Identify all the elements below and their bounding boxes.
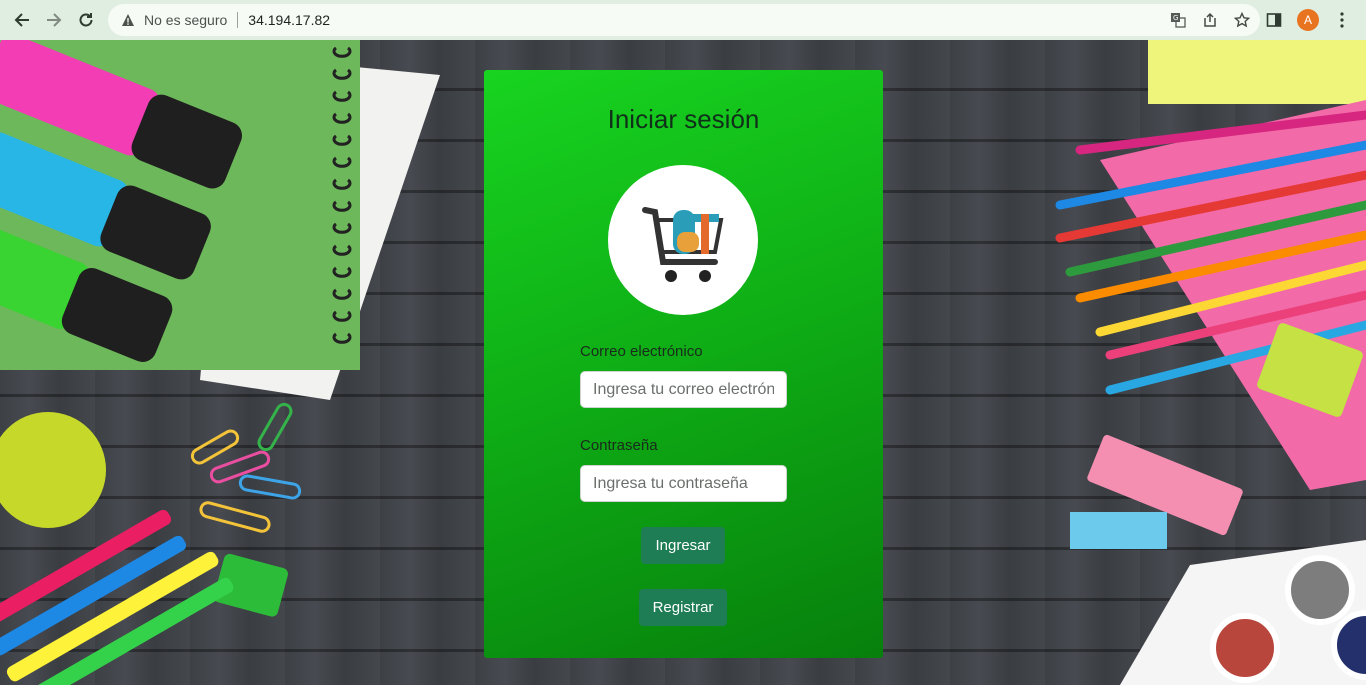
password-label: Contraseña bbox=[580, 437, 658, 454]
shopping-cart-logo-icon bbox=[642, 207, 724, 282]
forward-icon[interactable] bbox=[38, 4, 70, 36]
menu-kebab-icon[interactable] bbox=[1328, 6, 1356, 34]
email-label: Correo electrónico bbox=[580, 343, 703, 360]
divider bbox=[237, 12, 239, 28]
bookmark-star-icon[interactable] bbox=[1230, 8, 1254, 32]
share-icon[interactable] bbox=[1198, 8, 1222, 32]
school-supplies-right-illustration bbox=[1055, 40, 1366, 685]
store-logo bbox=[608, 165, 758, 315]
back-icon[interactable] bbox=[6, 4, 38, 36]
avatar[interactable]: A bbox=[1297, 9, 1319, 31]
email-field[interactable] bbox=[580, 371, 787, 408]
security-label[interactable]: No es seguro bbox=[144, 12, 227, 28]
svg-text:G: G bbox=[1173, 14, 1178, 22]
address-bar[interactable]: No es seguro 34.194.17.82 G bbox=[108, 4, 1260, 36]
login-submit-button[interactable]: Ingresar bbox=[641, 527, 725, 564]
translate-icon[interactable]: G bbox=[1166, 8, 1190, 32]
warning-icon[interactable] bbox=[120, 12, 136, 28]
login-card: Iniciar sesión Correo electrónico Contra… bbox=[484, 70, 883, 658]
school-supplies-left-illustration bbox=[0, 40, 440, 685]
reload-icon[interactable] bbox=[70, 4, 102, 36]
page-background: Iniciar sesión Correo electrónico Contra… bbox=[0, 40, 1366, 685]
browser-toolbar: No es seguro 34.194.17.82 G A bbox=[0, 0, 1366, 40]
register-button[interactable]: Registrar bbox=[639, 589, 727, 626]
url-text[interactable]: 34.194.17.82 bbox=[248, 12, 330, 28]
profile-avatar[interactable]: A bbox=[1294, 6, 1322, 34]
side-panel-icon[interactable] bbox=[1260, 6, 1288, 34]
password-field[interactable] bbox=[580, 465, 787, 502]
page-title: Iniciar sesión bbox=[607, 104, 760, 134]
